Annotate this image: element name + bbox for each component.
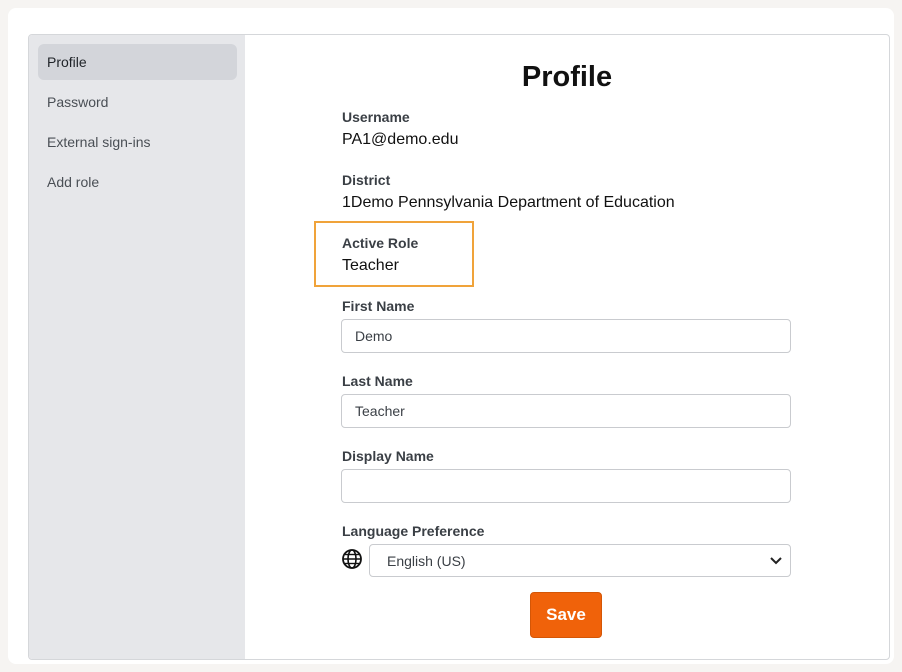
sidebar-item-label: Add role	[47, 174, 100, 190]
sidebar-item-label: Password	[47, 94, 109, 110]
district-label: District	[342, 172, 391, 188]
first-name-field[interactable]: Demo	[341, 319, 791, 353]
page-background: Profile Password External sign-ins Add r…	[8, 8, 894, 664]
language-preference-label: Language Preference	[342, 523, 485, 539]
active-role-value: Teacher	[342, 257, 399, 274]
sidebar-item-label: External sign-ins	[47, 134, 151, 150]
username-value: PA1@demo.edu	[342, 131, 459, 148]
globe-icon	[342, 549, 362, 569]
sidebar-item-add-role[interactable]: Add role	[38, 164, 237, 200]
sidebar-item-password[interactable]: Password	[38, 84, 237, 120]
username-label: Username	[342, 109, 410, 125]
first-name-value: Demo	[355, 328, 393, 344]
sidebar-item-label: Profile	[47, 54, 87, 70]
page-title: Profile	[521, 61, 613, 93]
main-content: Profile Username PA1@demo.edu District 1…	[245, 35, 889, 659]
language-select[interactable]: English (US)	[369, 544, 791, 577]
display-name-field[interactable]	[341, 469, 791, 503]
active-role-highlight	[314, 221, 474, 287]
district-value: 1Demo Pennsylvania Department of Educati…	[342, 194, 675, 211]
last-name-field[interactable]: Teacher	[341, 394, 791, 428]
profile-card: Profile Password External sign-ins Add r…	[28, 34, 890, 660]
sidebar-item-profile[interactable]: Profile	[38, 44, 237, 80]
chevron-down-icon	[770, 557, 782, 565]
sidebar: Profile Password External sign-ins Add r…	[29, 35, 245, 659]
language-selected-value: English (US)	[387, 552, 466, 569]
active-role-label: Active Role	[342, 235, 419, 251]
first-name-label: First Name	[342, 298, 415, 314]
last-name-label: Last Name	[342, 373, 413, 389]
last-name-value: Teacher	[355, 403, 405, 419]
save-button[interactable]: Save	[530, 592, 602, 638]
display-name-label: Display Name	[342, 448, 434, 464]
save-button-label: Save	[546, 605, 586, 624]
sidebar-item-external-sign-ins[interactable]: External sign-ins	[38, 124, 237, 160]
